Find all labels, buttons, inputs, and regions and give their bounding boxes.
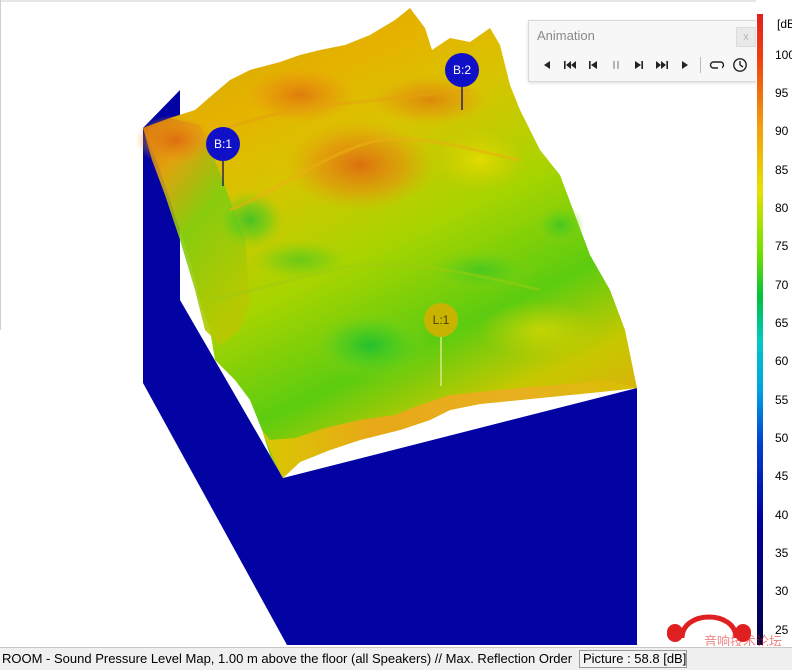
play-icon [681, 61, 688, 69]
skip-to-start-icon [563, 61, 576, 69]
legend-tick: 55 [775, 393, 789, 407]
animation-panel[interactable]: Animation x [528, 20, 756, 82]
skip-to-end-button[interactable] [650, 55, 673, 75]
spl-3d-map[interactable]: B:1 B:2 L:1 [0, 0, 756, 647]
skip-to-end-icon [655, 61, 668, 69]
animation-panel-title: Animation [537, 28, 595, 43]
legend-tick: 90 [775, 124, 789, 138]
skip-to-start-button[interactable] [558, 55, 581, 75]
status-bar: ROOM - Sound Pressure Level Map, 1.00 m … [0, 647, 792, 670]
legend-tick: 30 [775, 584, 789, 598]
pause-button[interactable] [604, 55, 627, 75]
marker-b1-label: B:1 [214, 137, 232, 151]
legend-color-scale [757, 14, 763, 645]
legend-tick: 35 [775, 546, 789, 560]
marker-b2-label: B:2 [453, 63, 471, 77]
legend-tick: 60 [775, 354, 789, 368]
loop-button[interactable] [705, 55, 728, 75]
legend-tick: 100 [775, 48, 792, 62]
legend-unit-label: [dB] [777, 17, 792, 31]
legend-tick: 95 [775, 86, 789, 100]
play-reverse-icon [543, 61, 550, 69]
legend-tick: 65 [775, 316, 789, 330]
status-description: ROOM - Sound Pressure Level Map, 1.00 m … [2, 651, 573, 666]
legend-tick: 80 [775, 201, 789, 215]
step-forward-button[interactable] [627, 55, 650, 75]
legend-tick: 85 [775, 163, 789, 177]
close-button[interactable]: x [736, 27, 756, 47]
toolbar-separator [700, 57, 701, 73]
step-forward-icon [634, 61, 643, 69]
timer-button[interactable] [728, 55, 751, 75]
loop-icon [709, 61, 724, 70]
pause-icon [612, 61, 619, 69]
step-back-button[interactable] [581, 55, 604, 75]
step-back-icon [588, 61, 597, 69]
legend-tick: 45 [775, 469, 789, 483]
play-button[interactable] [673, 55, 696, 75]
play-reverse-button[interactable] [535, 55, 558, 75]
legend-tick: 70 [775, 278, 789, 292]
legend-tick: 75 [775, 239, 789, 253]
marker-l1-label: L:1 [433, 313, 450, 327]
legend-tick: 50 [775, 431, 789, 445]
sound-map-viewport[interactable]: B:1 B:2 L:1 Animation x [0, 0, 756, 647]
animation-toolbar [535, 55, 751, 75]
watermark-text: 音响技术论坛 [704, 634, 782, 646]
clock-icon [732, 58, 747, 72]
forum-watermark: 音响技术论坛 [667, 614, 782, 646]
legend-tick: 40 [775, 508, 789, 522]
status-picture-value: Picture : 58.8 [dB] [579, 650, 687, 668]
